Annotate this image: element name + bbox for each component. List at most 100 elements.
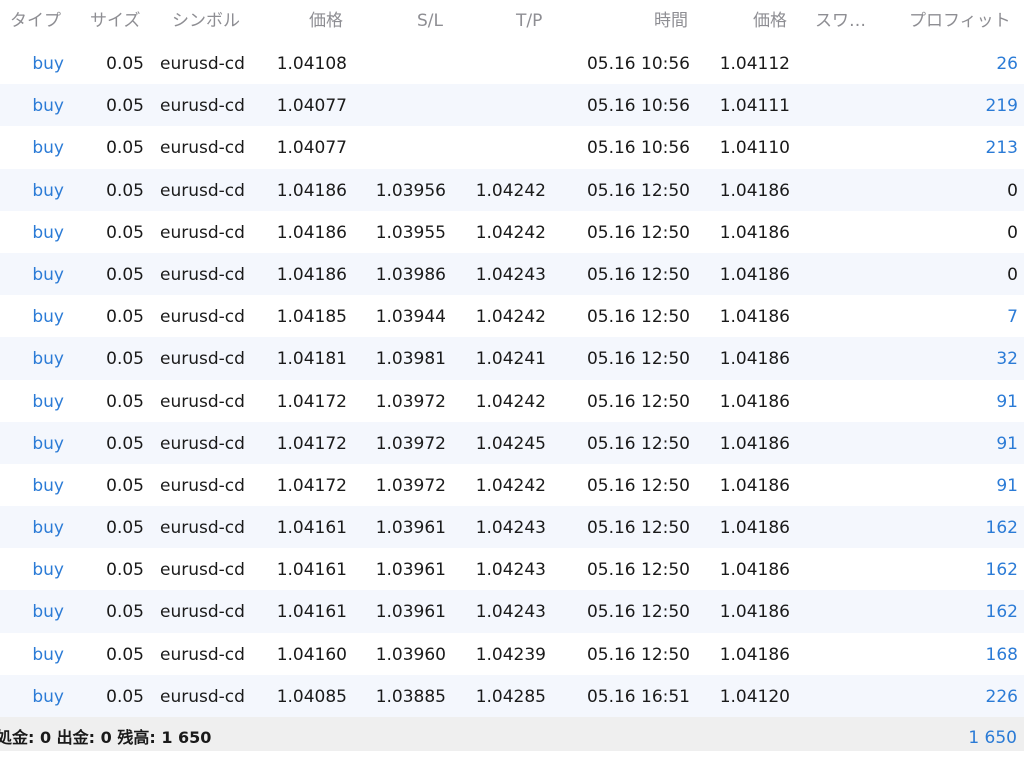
header-tp[interactable]: T/P [516, 0, 542, 42]
row-time: 05.16 12:50 [586, 264, 690, 285]
row-type: buy [32, 349, 64, 370]
row-price: 1.04172 [276, 433, 347, 454]
row-current-price: 1.04186 [719, 180, 790, 201]
row-current-price: 1.04186 [719, 644, 790, 665]
row-profit: 91 [996, 475, 1018, 496]
row-type: buy [32, 644, 64, 665]
row-symbol: eurusd-cd [160, 391, 245, 412]
row-size: 0.05 [106, 180, 144, 201]
table-row[interactable]: buy 0.05 eurusd-cd 1.04160 1.03960 1.042… [0, 632, 1024, 675]
table-row[interactable]: buy 0.05 eurusd-cd 1.04085 1.03885 1.042… [0, 674, 1024, 717]
row-sl: 1.03961 [375, 602, 446, 623]
table-row[interactable]: buy 0.05 eurusd-cd 1.04186 1.03955 1.042… [0, 210, 1024, 253]
header-time[interactable]: 時間 [654, 0, 688, 42]
row-price: 1.04085 [276, 686, 347, 707]
row-sl [360, 84, 446, 126]
row-size: 0.05 [106, 518, 144, 539]
row-profit: 91 [996, 391, 1018, 412]
row-symbol: eurusd-cd [160, 560, 245, 581]
row-tp: 1.04239 [475, 644, 546, 665]
row-tp [460, 84, 546, 126]
row-current-price: 1.04186 [719, 560, 790, 581]
table-row[interactable]: buy 0.05 eurusd-cd 1.04181 1.03981 1.042… [0, 337, 1024, 380]
row-sl: 1.03961 [375, 518, 446, 539]
row-price: 1.04161 [276, 518, 347, 539]
row-current-price: 1.04186 [719, 391, 790, 412]
table-header: タイプ サイズ シンボル 価格 S/L T/P 時間 価格 スワ… プロフィット [0, 0, 1024, 42]
header-price2[interactable]: 価格 [753, 0, 787, 42]
row-sl: 1.03955 [375, 222, 446, 243]
row-time: 05.16 12:50 [586, 307, 690, 328]
row-time: 05.16 10:56 [586, 138, 690, 159]
header-size[interactable]: サイズ [90, 0, 141, 42]
row-current-price: 1.04186 [719, 433, 790, 454]
row-size: 0.05 [106, 560, 144, 581]
row-type: buy [32, 602, 64, 623]
header-symbol[interactable]: シンボル [172, 0, 240, 42]
row-symbol: eurusd-cd [160, 96, 245, 117]
table-row[interactable]: buy 0.05 eurusd-cd 1.04108 05.16 10:56 1… [0, 42, 1024, 85]
table-row[interactable]: buy 0.05 eurusd-cd 1.04161 1.03961 1.042… [0, 548, 1024, 591]
row-price: 1.04077 [276, 96, 347, 117]
row-current-price: 1.04186 [719, 307, 790, 328]
row-price: 1.04172 [276, 475, 347, 496]
row-profit: 0 [1007, 180, 1018, 201]
row-time: 05.16 12:50 [586, 602, 690, 623]
row-size: 0.05 [106, 138, 144, 159]
row-symbol: eurusd-cd [160, 602, 245, 623]
row-tp [460, 126, 546, 168]
row-size: 0.05 [106, 686, 144, 707]
header-sl[interactable]: S/L [417, 0, 443, 42]
row-symbol: eurusd-cd [160, 180, 245, 201]
row-sl: 1.03885 [375, 686, 446, 707]
row-sl: 1.03956 [375, 180, 446, 201]
header-type[interactable]: タイプ [10, 0, 61, 42]
row-profit: 226 [985, 686, 1018, 707]
table-row[interactable]: buy 0.05 eurusd-cd 1.04172 1.03972 1.042… [0, 463, 1024, 507]
row-tp: 1.04242 [475, 222, 546, 243]
row-time: 05.16 12:50 [586, 560, 690, 581]
row-size: 0.05 [106, 644, 144, 665]
row-type: buy [32, 391, 64, 412]
row-sl [360, 126, 446, 168]
row-current-price: 1.04186 [719, 602, 790, 623]
table-row[interactable]: buy 0.05 eurusd-cd 1.04186 1.03986 1.042… [0, 252, 1024, 296]
table-row[interactable]: buy 0.05 eurusd-cd 1.04077 05.16 10:56 1… [0, 126, 1024, 169]
table-row[interactable]: buy 0.05 eurusd-cd 1.04161 1.03961 1.042… [0, 506, 1024, 549]
row-symbol: eurusd-cd [160, 138, 245, 159]
row-tp: 1.04285 [475, 686, 546, 707]
row-tp [460, 42, 546, 84]
row-price: 1.04160 [276, 644, 347, 665]
header-swap[interactable]: スワ… [815, 0, 866, 42]
header-profit[interactable]: プロフィット [909, 0, 1011, 42]
row-symbol: eurusd-cd [160, 686, 245, 707]
row-type: buy [32, 96, 64, 117]
row-price: 1.04186 [276, 180, 347, 201]
row-type: buy [32, 686, 64, 707]
row-profit: 162 [985, 560, 1018, 581]
row-sl: 1.03972 [375, 391, 446, 412]
row-symbol: eurusd-cd [160, 307, 245, 328]
row-profit: 0 [1007, 222, 1018, 243]
row-time: 05.16 10:56 [586, 96, 690, 117]
row-time: 05.16 12:50 [586, 349, 690, 370]
table-row[interactable]: buy 0.05 eurusd-cd 1.04172 1.03972 1.042… [0, 379, 1024, 422]
row-price: 1.04108 [276, 54, 347, 74]
row-tp: 1.04243 [475, 560, 546, 581]
table-row[interactable]: buy 0.05 eurusd-cd 1.04077 05.16 10:56 1… [0, 84, 1024, 127]
table-row[interactable]: buy 0.05 eurusd-cd 1.04161 1.03961 1.042… [0, 590, 1024, 633]
table-row[interactable]: buy 0.05 eurusd-cd 1.04185 1.03944 1.042… [0, 295, 1024, 338]
row-current-price: 1.04110 [719, 138, 790, 159]
row-price: 1.04181 [276, 349, 347, 370]
table-row[interactable]: buy 0.05 eurusd-cd 1.04186 1.03956 1.042… [0, 168, 1024, 211]
row-type: buy [32, 54, 64, 74]
table-row[interactable]: buy 0.05 eurusd-cd 1.04172 1.03972 1.042… [0, 421, 1024, 464]
row-profit: 32 [996, 349, 1018, 370]
row-current-price: 1.04186 [719, 349, 790, 370]
header-price[interactable]: 価格 [309, 0, 343, 42]
row-price: 1.04186 [276, 264, 347, 285]
row-tp: 1.04242 [475, 391, 546, 412]
row-time: 05.16 12:50 [586, 222, 690, 243]
row-profit: 213 [985, 138, 1018, 159]
row-type: buy [32, 307, 64, 328]
